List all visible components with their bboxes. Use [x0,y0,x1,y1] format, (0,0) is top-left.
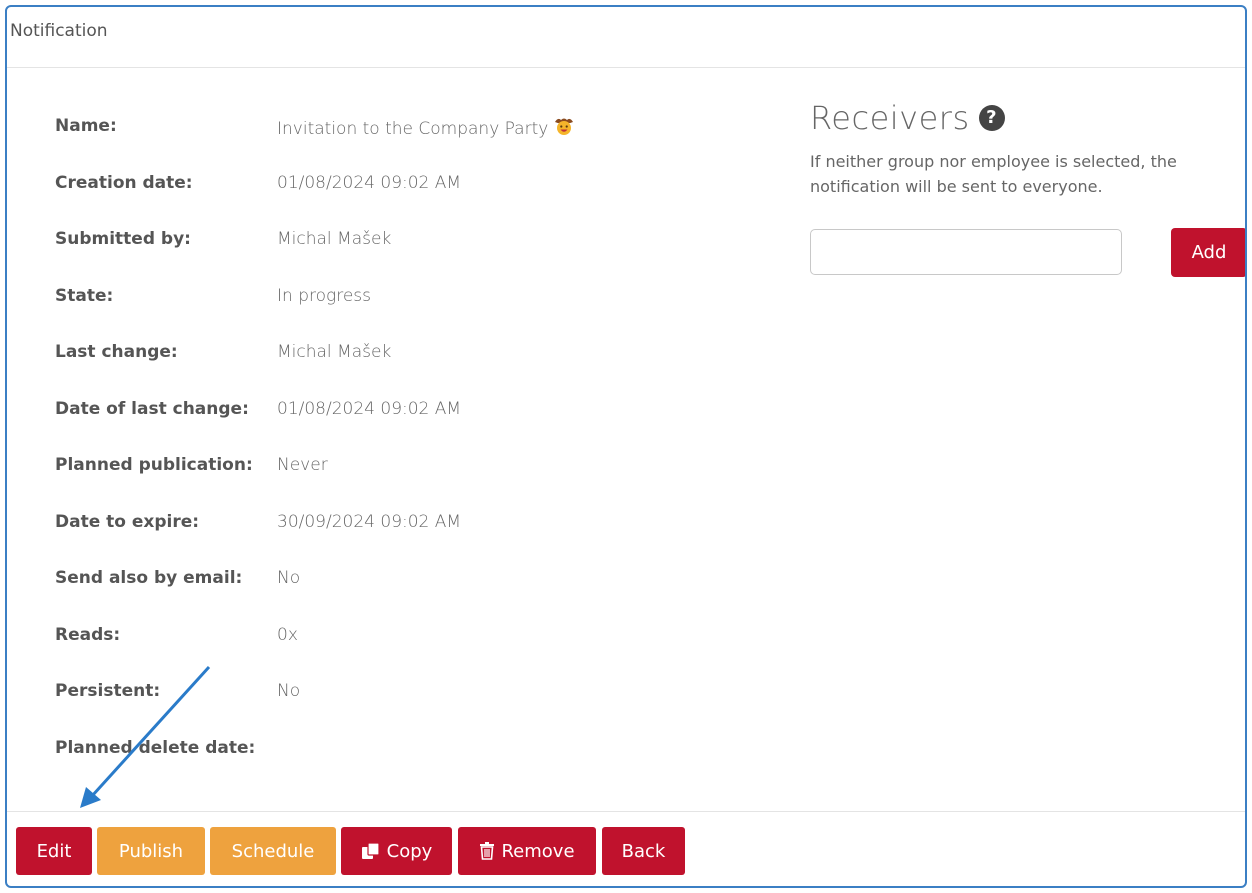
detail-row-planned-delete-date: Planned delete date: [55,730,615,787]
detail-value: 01/08/2024 09:02 AM [277,398,462,419]
detail-label: Reads: [55,624,121,645]
detail-value: Invitation to the Company Party [277,116,574,141]
schedule-button[interactable]: Schedule [210,827,336,875]
detail-label: Last change: [55,342,178,362]
detail-row-reads: Reads: 0x [55,617,615,674]
panel-title: Notification [10,21,108,41]
trash-icon [479,842,495,860]
detail-value: Never [277,455,328,475]
detail-value: No [277,568,301,588]
cowboy-face-icon [554,116,574,141]
detail-value: Michal Mašek [277,342,392,362]
edit-button[interactable]: Edit [16,827,92,875]
detail-row-name: Name: Invitation to the Company Party [55,108,615,165]
detail-row-state: State: In progress [55,278,615,335]
detail-row-submitted-by: Submitted by: Michal Mašek [55,221,615,278]
receivers-heading: Receivers ? [810,99,1245,137]
detail-row-last-change: Last change: Michal Mašek [55,334,615,391]
detail-row-persistent: Persistent: No [55,673,615,730]
notification-details: Name: Invitation to the Company Party Cr… [55,108,615,786]
copy-label: Copy [386,840,433,862]
add-receiver-button[interactable]: Add [1171,228,1245,277]
receivers-input[interactable] [810,229,1122,275]
detail-value: 30/09/2024 09:02 AM [277,511,462,532]
notification-name: Invitation to the Company Party [277,119,549,139]
back-button[interactable]: Back [602,827,685,875]
detail-value: Michal Mašek [277,229,392,249]
receivers-section: Receivers ? If neither group nor employe… [810,99,1245,277]
receivers-title: Receivers [810,99,970,137]
receivers-hint: If neither group nor employee is selecte… [810,152,1177,196]
detail-row-date-of-last-change: Date of last change: 01/08/2024 09:02 AM [55,391,615,448]
detail-label: Persistent: [55,681,161,701]
detail-label: Date of last change: [55,398,249,419]
detail-label: Send also by email: [55,568,243,588]
remove-button[interactable]: Remove [458,827,596,875]
remove-label: Remove [501,840,575,862]
detail-value: No [277,681,301,701]
detail-row-creation-date: Creation date: 01/08/2024 09:02 AM [55,165,615,222]
detail-label: Submitted by: [55,229,191,249]
detail-row-planned-publication: Planned publication: Never [55,447,615,504]
detail-label: State: [55,285,114,306]
question-circle-icon[interactable]: ? [978,105,1005,131]
detail-row-send-also-by-email: Send also by email: No [55,560,615,617]
detail-label: Date to expire: [55,511,200,532]
notification-panel: Notification Name: Invitation to the Com… [5,5,1247,888]
detail-label: Planned publication: [55,455,253,475]
copy-button[interactable]: Copy [341,827,452,875]
detail-value: 01/08/2024 09:02 AM [277,172,462,193]
action-bar: Edit Publish Schedule Copy Remove Back [7,811,1245,886]
detail-label: Name: [55,116,117,136]
detail-value: In progress [277,285,371,306]
copy-icon [361,842,381,860]
detail-value: 0x [277,624,298,645]
detail-row-date-to-expire: Date to expire: 30/09/2024 09:02 AM [55,504,615,561]
detail-label: Creation date: [55,172,193,193]
panel-header: Notification [7,7,1245,68]
detail-label: Planned delete date: [55,737,256,758]
publish-button[interactable]: Publish [97,827,205,875]
